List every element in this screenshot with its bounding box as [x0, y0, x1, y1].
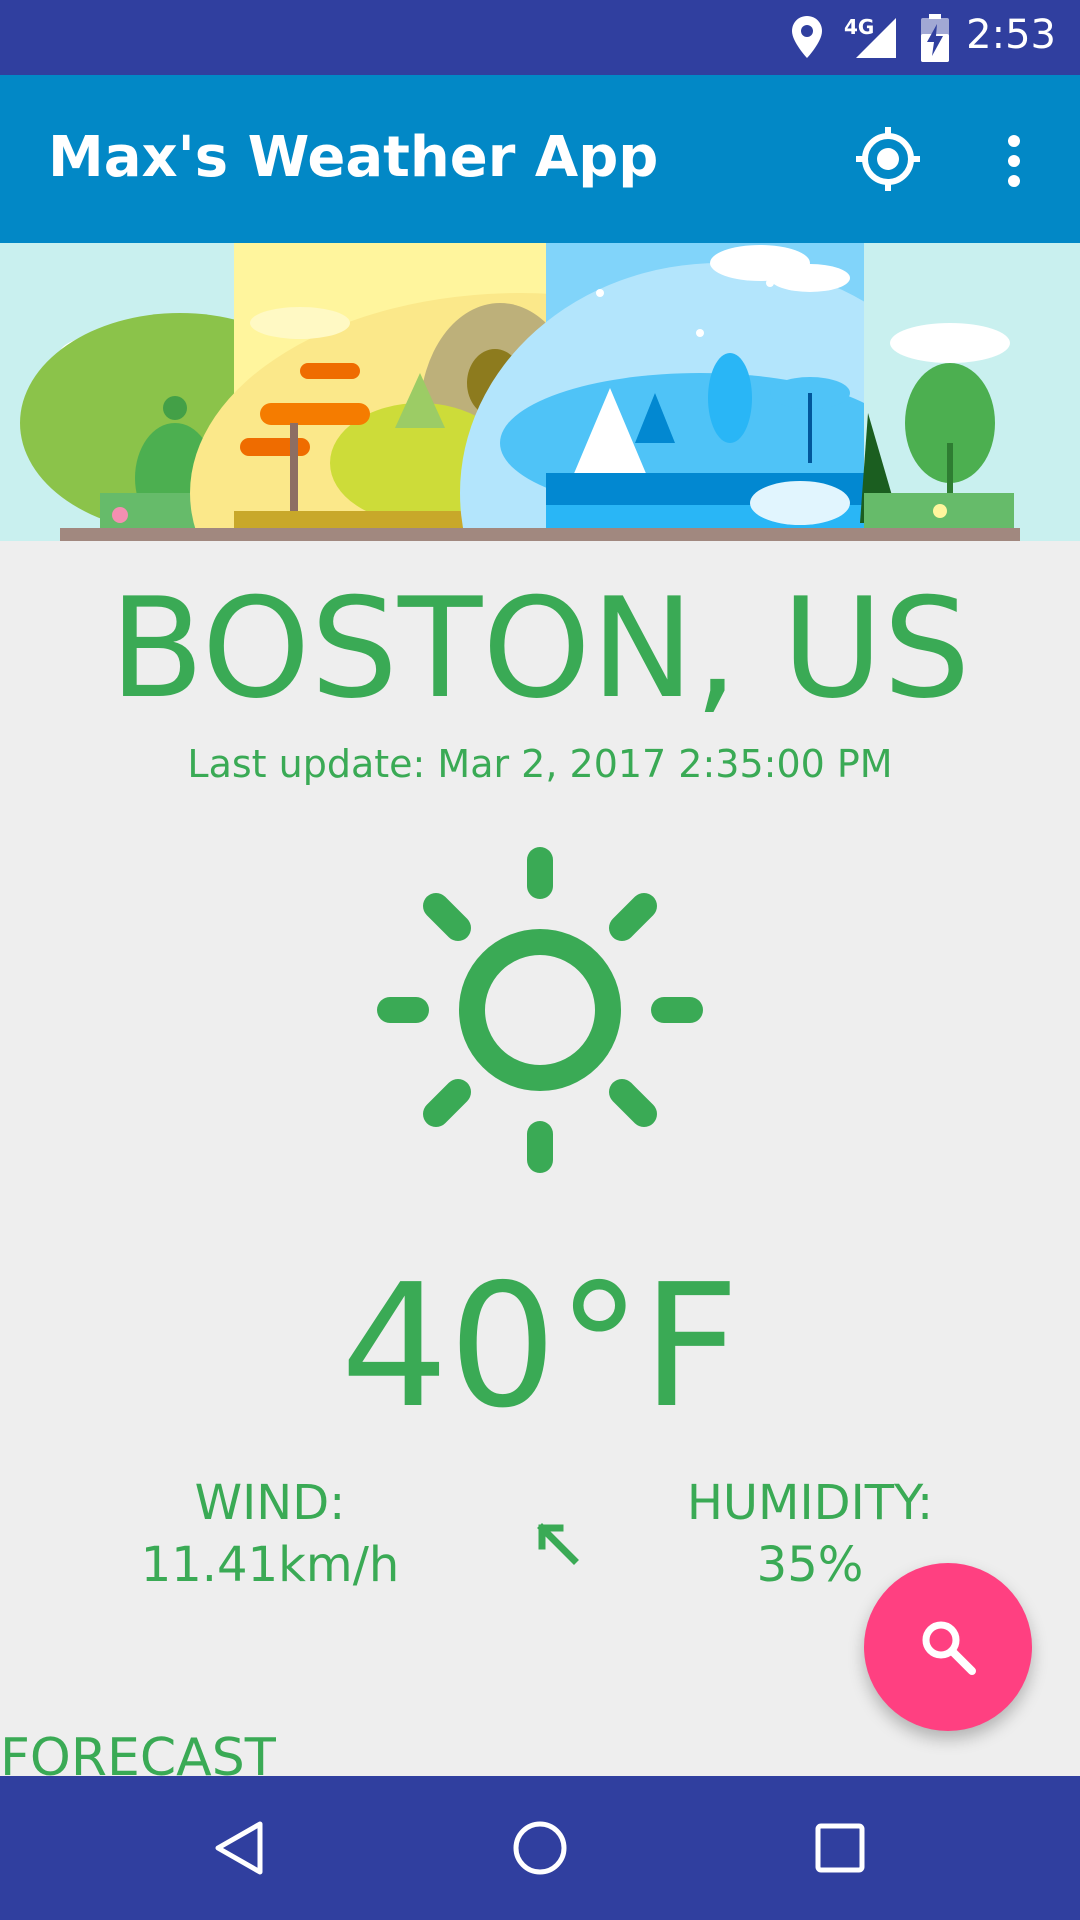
battery-charging-icon — [921, 14, 949, 62]
app-title: Max's Weather App — [48, 125, 659, 190]
home-icon[interactable] — [510, 1818, 570, 1878]
wind-value: 11.41km/h — [140, 1537, 400, 1593]
app-bar: Max's Weather App — [0, 75, 1080, 243]
temperature: 40°F — [340, 1248, 740, 1446]
forecast-heading: FORECAST — [0, 1728, 277, 1776]
status-bar: 4G 2:53 — [0, 0, 1080, 75]
svg-text:4G: 4G — [844, 15, 874, 39]
arrow-up-left-icon — [537, 1523, 579, 1565]
overflow-menu-icon[interactable] — [1000, 133, 1028, 189]
recents-icon[interactable] — [810, 1818, 870, 1878]
wind-label: WIND: — [194, 1475, 346, 1531]
back-icon[interactable] — [210, 1818, 270, 1878]
location-icon — [792, 16, 822, 58]
sun-icon — [377, 847, 703, 1173]
search-icon — [922, 1621, 976, 1675]
humidity-label: HUMIDITY: — [686, 1475, 934, 1531]
city-name: BOSTON, US — [109, 568, 971, 729]
status-time: 2:53 — [966, 12, 1056, 58]
seasons-banner-image — [0, 243, 1080, 541]
search-button[interactable] — [864, 1563, 1032, 1731]
last-update-text: Last update: Mar 2, 2017 2:35:00 PM — [187, 742, 893, 786]
signal-4g-icon: 4G — [844, 15, 896, 58]
my-location-icon[interactable] — [852, 123, 924, 195]
navigation-bar — [0, 1776, 1080, 1920]
wind-info: WIND: 11.41km/h — [110, 1472, 430, 1596]
